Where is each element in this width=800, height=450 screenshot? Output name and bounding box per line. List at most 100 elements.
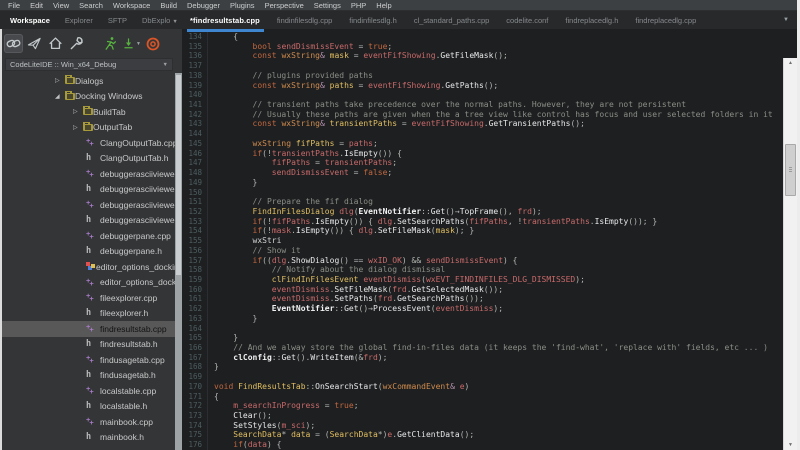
editor-tab-findinfilesdlg.cpp[interactable]: findinfilesdlg.cpp xyxy=(277,16,332,25)
tree-item-findusagetab.h-19[interactable]: hfindusagetab.h xyxy=(2,368,175,384)
tab-overflow-button[interactable]: ▼ xyxy=(783,17,789,23)
tree-item-localstable.cpp-20[interactable]: ++localstable.cpp xyxy=(2,383,175,399)
tree-item-debuggerasciiviewer.c-6[interactable]: ++debuggerasciiviewer.c xyxy=(2,166,175,182)
tree-item-debuggerasciiviewerb-8[interactable]: ++debuggerasciiviewerb xyxy=(2,197,175,213)
tree-item-editor-options-dockin-13[interactable]: ++editor_options_dockin xyxy=(2,275,175,291)
tree-item-debuggerasciiviewerb-9[interactable]: hdebuggerasciiviewerb xyxy=(2,213,175,229)
wrench-icon[interactable] xyxy=(67,34,86,53)
editor-tab-cl-standard-paths.cpp[interactable]: cl_standard_paths.cpp xyxy=(414,16,489,25)
cpp-file-icon: ++ xyxy=(86,325,100,332)
workspace-config-dropdown[interactable]: CodeLiteIDE :: Win_x64_Debug ▼ xyxy=(5,58,173,71)
tab-explorer[interactable]: Explorer xyxy=(65,16,93,25)
tree-item-label: OutputTab xyxy=(93,122,132,132)
editor-scrollbar-thumb[interactable] xyxy=(785,144,796,196)
tree-item-localstable.h-21[interactable]: hlocalstable.h xyxy=(2,399,175,415)
chevron-down-icon[interactable]: ▼ xyxy=(136,41,141,47)
menu-item-plugins[interactable]: Plugins xyxy=(225,0,260,11)
code-line-165: 165 } xyxy=(182,333,783,343)
menu-item-build[interactable]: Build xyxy=(155,0,182,11)
code-editor[interactable]: 134 {135 bool sendDismissEvent = true;13… xyxy=(182,29,800,450)
scroll-up-icon[interactable]: ▲ xyxy=(784,60,797,66)
tab-sftp[interactable]: SFTP xyxy=(108,16,127,25)
h-file-icon: h xyxy=(86,184,100,194)
menu-item-search[interactable]: Search xyxy=(74,0,108,11)
chevron-down-icon: ▼ xyxy=(172,19,177,25)
code-line-157: 157 if((dlg.ShowDialog() == wxID_OK) && … xyxy=(182,256,783,266)
menu-item-help[interactable]: Help xyxy=(371,0,396,11)
menu-item-php[interactable]: PHP xyxy=(346,0,371,11)
tree-item-fileexplorer.h-15[interactable]: hfileexplorer.h xyxy=(2,306,175,322)
code-line-156: 156 // Show it xyxy=(182,246,783,256)
line-number: 162 xyxy=(182,304,208,314)
editor-tab-findreplacedlg.h[interactable]: findreplacedlg.h xyxy=(565,16,618,25)
tree-item-label: fileexplorer.cpp xyxy=(100,293,157,303)
tree-item-editor-options-dockin-12[interactable]: editor_options_dockin xyxy=(2,259,175,275)
folder-file-icon xyxy=(65,93,75,100)
tab-workspace[interactable]: Workspace xyxy=(10,16,50,25)
line-number: 153 xyxy=(182,217,208,227)
code-line-158: 158 // Notify about the dialog dismissal xyxy=(182,265,783,275)
h-file-icon: h xyxy=(86,432,100,442)
menu-item-file[interactable]: File xyxy=(3,0,25,11)
code-line-145: 145 wxString fifPaths = paths; xyxy=(182,139,783,149)
editor-tab-findinfilesdlg.h[interactable]: findinfilesdlg.h xyxy=(349,16,397,25)
tree-item-ClangOutputTab.h-5[interactable]: hClangOutputTab.h xyxy=(2,151,175,167)
link-editor-icon[interactable] xyxy=(4,34,23,53)
tree-item-Dialogs-0[interactable]: ▷Dialogs xyxy=(2,73,175,89)
tree-item-findresultstab.cpp-16[interactable]: ++findresultstab.cpp xyxy=(2,321,175,337)
line-number: 152 xyxy=(182,207,208,217)
tree-item-BuildTab-2[interactable]: ▷BuildTab xyxy=(2,104,175,120)
tree-item-debuggerpane.cpp-10[interactable]: ++debuggerpane.cpp xyxy=(2,228,175,244)
tree-item-OutputTab-3[interactable]: ▷ OutputTab xyxy=(2,120,175,136)
record-target-icon[interactable] xyxy=(143,34,162,53)
codelite-window: FileEditViewSearchWorkspaceBuildDebugger… xyxy=(0,0,800,450)
collapse-icon[interactable]: ◢ xyxy=(55,93,65,100)
line-number: 140 xyxy=(182,90,208,100)
line-number: 136 xyxy=(182,51,208,61)
menu-item-view[interactable]: View xyxy=(48,0,74,11)
build-icon[interactable]: ▼ xyxy=(122,34,141,53)
tree-item-mainbook.h-23[interactable]: hmainbook.h xyxy=(2,430,175,446)
wxcp-file-icon xyxy=(86,262,96,271)
expand-icon[interactable]: ▷ xyxy=(55,77,65,84)
scroll-down-icon[interactable]: ▼ xyxy=(784,442,797,448)
menu-item-workspace[interactable]: Workspace xyxy=(108,0,155,11)
tree-item-fileexplorer.cpp-14[interactable]: ++fileexplorer.cpp xyxy=(2,290,175,306)
code-line-173: 173 Clear(); xyxy=(182,411,783,421)
tree-item-label: debuggerasciiviewer.c xyxy=(100,169,175,179)
code-line-172: 172 m_searchInProgress = true; xyxy=(182,401,783,411)
line-number: 168 xyxy=(182,362,208,372)
menu-item-debugger[interactable]: Debugger xyxy=(182,0,225,11)
line-number: 154 xyxy=(182,226,208,236)
editor-tab-findreplacedlg.cpp[interactable]: findreplacedlg.cpp xyxy=(635,16,696,25)
menu-item-edit[interactable]: Edit xyxy=(25,0,48,11)
home-icon[interactable] xyxy=(46,34,65,53)
tree-item-findresultstab.h-17[interactable]: hfindresultstab.h xyxy=(2,337,175,353)
menu-item-perspective[interactable]: Perspective xyxy=(260,0,309,11)
run-icon[interactable] xyxy=(101,34,120,53)
tree-scrollbar[interactable] xyxy=(175,73,182,450)
code-area[interactable]: 134 {135 bool sendDismissEvent = true;13… xyxy=(182,32,783,450)
tree-scrollbar-thumb[interactable] xyxy=(176,75,181,275)
tab-dbexplo[interactable]: DbExplo▼ xyxy=(142,16,178,25)
tree-item-debuggerasciiviewer.h-7[interactable]: hdebuggerasciiviewer.h xyxy=(2,182,175,198)
tree-item-mainbook.cpp-22[interactable]: ++mainbook.cpp xyxy=(2,414,175,430)
editor-tab--findresultstab.cpp[interactable]: *findresultstab.cpp xyxy=(190,16,260,25)
editor-scrollbar[interactable]: ▲ ▼ xyxy=(783,58,797,450)
expand-icon[interactable]: ▷ xyxy=(73,124,83,131)
workspace-file-tree[interactable]: ▷Dialogs◢Docking Windows▷BuildTab▷Output… xyxy=(2,73,175,450)
tree-item-label: debuggerasciiviewer.h xyxy=(100,184,175,194)
tree-item-ClangOutputTab.cpp-4[interactable]: ++ClangOutputTab.cpp xyxy=(2,135,175,151)
line-number: 171 xyxy=(182,392,208,402)
tree-item-findusagetab.cpp-18[interactable]: ++findusagetab.cpp xyxy=(2,352,175,368)
send-icon[interactable] xyxy=(25,34,44,53)
line-number: 145 xyxy=(182,139,208,149)
h-file-icon: h xyxy=(86,215,100,225)
editor-tab-codelite.conf[interactable]: codelite.conf xyxy=(506,16,548,25)
menu-item-settings[interactable]: Settings xyxy=(309,0,346,11)
tree-item-debuggerpane.h-11[interactable]: hdebuggerpane.h xyxy=(2,244,175,260)
workspace-config-label: CodeLiteIDE :: Win_x64_Debug xyxy=(10,60,116,69)
code-line-138: 138 // plugins provided paths xyxy=(182,71,783,81)
tree-item-Docking-Windows-1[interactable]: ◢Docking Windows xyxy=(2,89,175,105)
expand-icon[interactable]: ▷ xyxy=(73,108,83,115)
